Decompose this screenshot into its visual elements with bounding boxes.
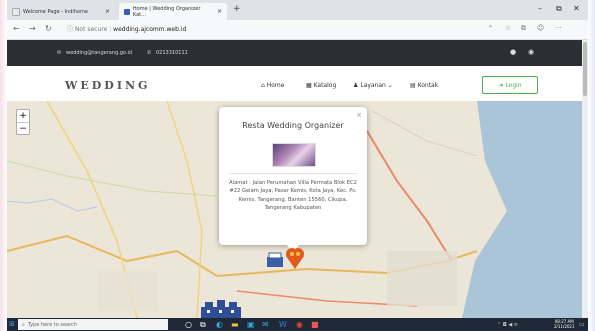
url-text: wedding.ajcomm.web.id <box>113 26 187 33</box>
zoom-in-button[interactable]: + <box>17 110 29 123</box>
scrollbar-thumb[interactable] <box>583 42 587 96</box>
left-page-edge <box>0 0 7 331</box>
address-bar: ← → ↻ ⓘ Not secure | wedding.ajcomm.web.… <box>7 20 588 40</box>
site-logo[interactable]: WEDDING <box>65 79 150 92</box>
cortana-icon[interactable]: ○ <box>185 320 192 329</box>
search-placeholder: Type here to search <box>27 321 77 328</box>
contact-bar: ✉ wedding@tangerang.go.id ✆ 0213310111 ●… <box>7 40 582 66</box>
site-header: WEDDING ⌂ Home ▦ Katalog ♟ Layanan ⌄ ▤ K… <box>7 66 582 101</box>
contact-card-icon: ▤ <box>410 82 416 89</box>
map-view[interactable]: + − × Resta Wedding Organizer Alamat : J… <box>7 101 582 318</box>
edge-icon[interactable]: ◐ <box>216 320 223 329</box>
right-page-edge <box>588 0 595 331</box>
nav-katalog-label: Katalog <box>313 82 337 89</box>
users-icon: ♟ <box>353 82 359 89</box>
email-icon: ✉ <box>57 50 62 56</box>
system-tray-icons[interactable]: ⌃ ◘ ◀ ≋ <box>497 322 518 328</box>
refresh-icon[interactable]: ↻ <box>45 24 52 33</box>
contact-email[interactable]: wedding@tangerang.go.id <box>66 50 132 56</box>
sign-in-icon: ➜ <box>498 81 504 89</box>
facebook-icon[interactable]: ● <box>510 48 516 56</box>
nav-layanan[interactable]: ♟ Layanan ⌄ <box>353 82 393 89</box>
task-view-icon[interactable]: ⧉ <box>200 320 206 330</box>
word-icon[interactable]: W <box>279 320 287 329</box>
back-icon[interactable]: ← <box>13 24 20 33</box>
map-zoom-control: + − <box>16 109 30 135</box>
favorite-star-icon[interactable]: ☆ <box>505 24 511 32</box>
url-field[interactable]: ⓘ Not secure | wedding.ajcomm.web.id <box>67 24 186 33</box>
popup-address: Alamat : Jalan Perumahan Villa Permata B… <box>229 180 357 211</box>
venue-marker[interactable] <box>265 245 305 271</box>
close-window-button[interactable]: ✕ <box>573 4 580 13</box>
maximize-button[interactable]: ⧉ <box>556 4 562 14</box>
notification-icon[interactable]: ▭ <box>579 321 585 328</box>
tab-welcome[interactable]: Welcome Page - Indihome × <box>7 3 115 20</box>
chrome-icon[interactable]: ◉ <box>296 320 303 329</box>
home-icon: ⌂ <box>261 82 265 89</box>
popup-divider <box>229 173 357 174</box>
login-button[interactable]: ➜ Login <box>482 76 538 94</box>
venue-thumbnail <box>272 143 316 167</box>
mail-icon[interactable]: ✉ <box>262 320 269 329</box>
login-label: Login <box>505 81 522 89</box>
app-icon[interactable]: ■ <box>311 320 319 329</box>
more-menu-icon[interactable]: ··· <box>555 24 562 32</box>
minimize-button[interactable]: – <box>538 4 542 13</box>
nav-home-label: Home <box>266 82 285 89</box>
nav-katalog[interactable]: ▦ Katalog <box>306 82 336 89</box>
new-tab-button[interactable]: + <box>233 4 241 14</box>
taskbar-search[interactable]: ⌕ Type here to search <box>18 319 168 330</box>
page-icon <box>12 7 20 16</box>
browser-tab-strip: Welcome Page - Indihome × Home | Wedding… <box>7 0 588 20</box>
instagram-icon[interactable]: ◉ <box>528 48 534 56</box>
nav-home[interactable]: ⌂ Home <box>261 82 284 89</box>
close-tab-icon[interactable]: × <box>217 8 222 15</box>
nav-kontak[interactable]: ▤ Kontak <box>410 82 438 89</box>
forward-icon[interactable]: → <box>29 24 36 33</box>
taskbar-clock[interactable]: 08:27 AM 2/11/2021 <box>554 319 575 329</box>
collections-icon[interactable]: ⧉ <box>521 24 526 33</box>
tab-wedding[interactable]: Home | Wedding Organizer Kat... × <box>119 3 227 20</box>
venue-marker-secondary[interactable] <box>199 299 245 318</box>
contact-phone[interactable]: 0213310111 <box>156 50 188 56</box>
search-icon: ⌕ <box>22 321 25 328</box>
windows-taskbar: ⊞ ⌕ Type here to search ○ ⧉ ◐ ▬ ▣ ✉ W ◉ … <box>7 318 588 331</box>
nav-kontak-label: Kontak <box>417 82 439 89</box>
tab-label: Welcome Page - Indihome <box>23 8 88 15</box>
read-aloud-icon[interactable]: ᴬ <box>489 24 492 32</box>
store-icon[interactable]: ▣ <box>247 320 255 329</box>
phone-icon: ✆ <box>147 50 152 56</box>
zoom-out-button[interactable]: − <box>17 123 29 135</box>
nav-layanan-label: Layanan <box>360 82 386 89</box>
clock-date: 2/11/2021 <box>554 323 575 329</box>
map-info-popup: × Resta Wedding Organizer Alamat : Jalan… <box>219 107 367 252</box>
windows-start-icon[interactable]: ⊞ <box>9 320 15 328</box>
tab-label: Home | Wedding Organizer Kat... <box>132 5 201 18</box>
close-tab-icon[interactable]: × <box>105 8 110 15</box>
info-icon[interactable]: ⓘ <box>67 26 73 33</box>
book-icon: ▦ <box>306 82 312 89</box>
chevron-down-icon: ⌄ <box>387 82 393 89</box>
file-explorer-icon[interactable]: ▬ <box>231 320 239 329</box>
site-icon <box>124 8 130 15</box>
popup-close-button[interactable]: × <box>356 111 362 119</box>
profile-icon[interactable]: ☺ <box>537 24 544 32</box>
screen: Welcome Page - Indihome × Home | Wedding… <box>7 0 588 331</box>
security-label: Not secure <box>74 26 108 33</box>
popup-title: Resta Wedding Organizer <box>242 121 344 130</box>
page-scrollbar[interactable] <box>582 40 588 318</box>
